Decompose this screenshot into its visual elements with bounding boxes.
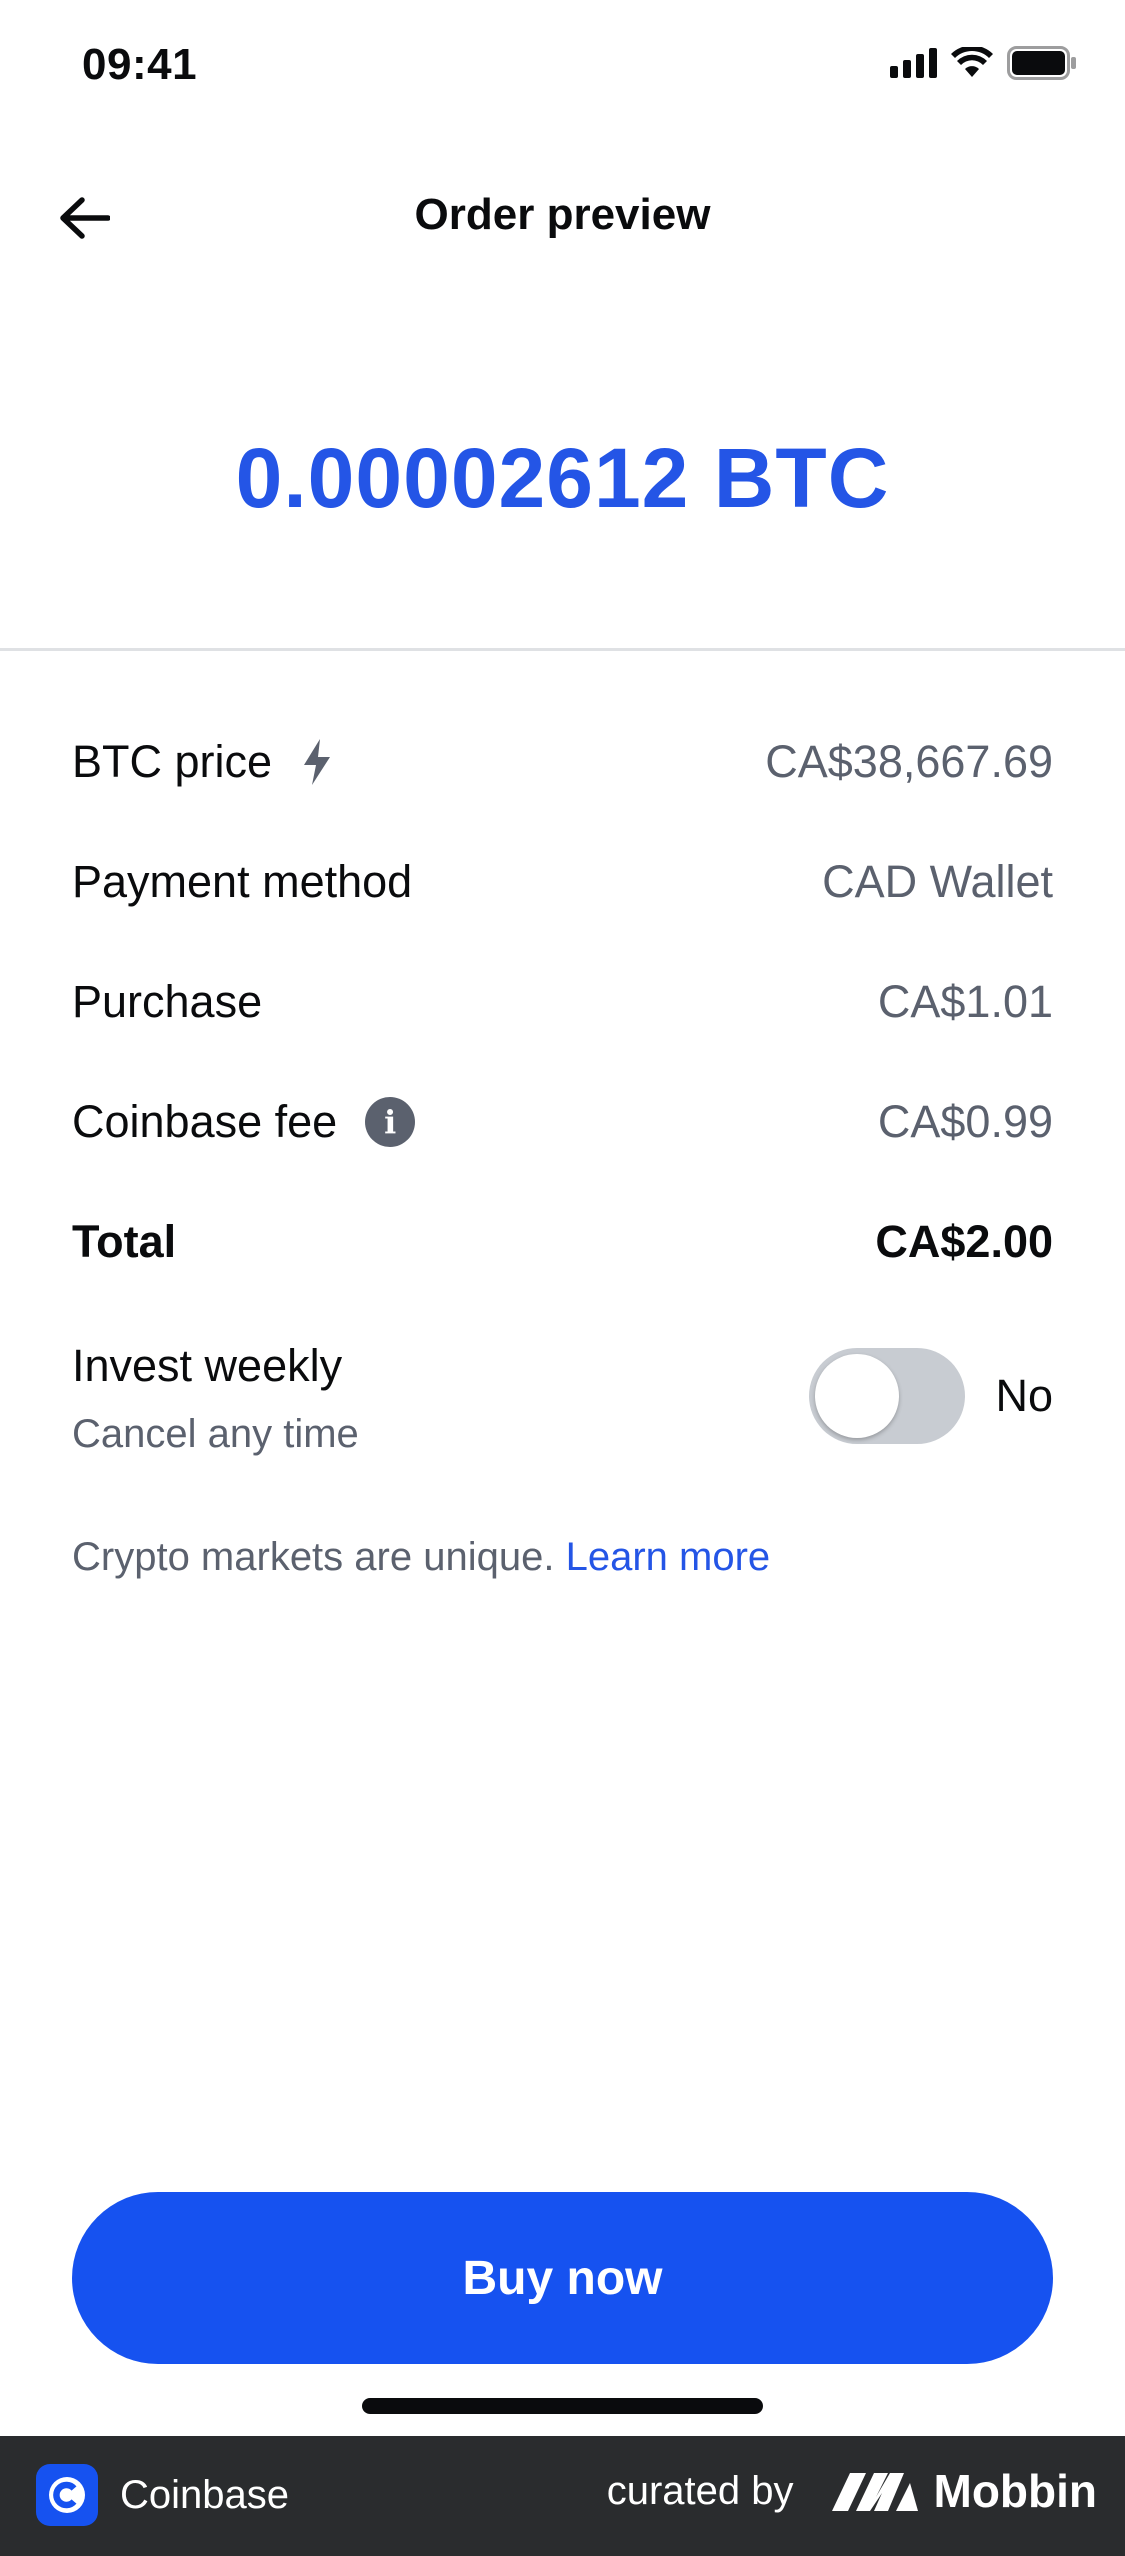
cellular-signal-icon (890, 48, 937, 78)
mobbin-logo-icon (831, 2473, 918, 2511)
purchase-label: Purchase (72, 976, 263, 1027)
divider (0, 648, 1125, 651)
btc-price-value: CA$38,667.69 (765, 736, 1053, 787)
btc-price-label: BTC price (72, 736, 273, 787)
status-bar: 09:41 (0, 0, 1125, 140)
total-label: Total (72, 1216, 177, 1267)
mobbin-brand: Mobbin (830, 2464, 1098, 2518)
battery-icon (1007, 46, 1076, 80)
invest-weekly-title: Invest weekly (72, 1340, 343, 1391)
coinbase-logo-icon (36, 2464, 98, 2526)
coinbase-fee-label: Coinbase fee (72, 1096, 338, 1147)
lightning-icon (304, 739, 331, 785)
disclaimer: Crypto markets are unique. Learn more (72, 1535, 770, 1580)
footer-credit: curated by Mobbin (607, 2464, 1097, 2518)
learn-more-link[interactable]: Learn more (566, 1535, 771, 1579)
header: Order preview (0, 170, 1125, 260)
payment-method-label: Payment method (72, 856, 413, 907)
detail-row-purchase: Purchase CA$1.01 (72, 962, 1053, 1042)
info-icon[interactable]: i (365, 1097, 416, 1147)
payment-method-value: CAD Wallet (822, 856, 1053, 907)
status-time: 09:41 (82, 40, 198, 89)
detail-row-payment-method: Payment method CAD Wallet (72, 842, 1053, 922)
total-value: CA$2.00 (875, 1216, 1053, 1267)
detail-row-total: Total CA$2.00 (72, 1202, 1053, 1282)
footer-app-name: Coinbase (120, 2472, 290, 2517)
footer-bar: Coinbase curated by Mobbin (0, 2436, 1125, 2556)
footer-app: Coinbase (36, 2464, 289, 2526)
toggle-knob (815, 1354, 899, 1438)
wifi-icon (951, 47, 993, 77)
detail-row-btc-price: BTC price CA$38,667.69 (72, 722, 1053, 802)
invest-weekly-toggle[interactable] (809, 1348, 965, 1444)
status-icons (890, 46, 1077, 80)
order-amount: 0.00002612 BTC (235, 431, 890, 525)
mobbin-name: Mobbin (933, 2465, 1098, 2517)
buy-now-button[interactable]: Buy now (72, 2192, 1053, 2364)
invest-weekly-subtitle: Cancel any time (72, 1412, 359, 1456)
toggle-state-label: No (995, 1370, 1053, 1421)
invest-weekly-section: Invest weekly Cancel any time No (72, 1330, 1053, 1470)
curated-by-text: curated by (606, 2468, 794, 2513)
page-title: Order preview (414, 190, 711, 239)
purchase-value: CA$1.01 (877, 976, 1053, 1027)
home-indicator (362, 2398, 763, 2414)
disclaimer-text: Crypto markets are unique. (72, 1535, 555, 1579)
coinbase-fee-value: CA$0.99 (877, 1096, 1053, 1147)
detail-row-coinbase-fee: Coinbase fee i CA$0.99 (72, 1082, 1053, 1162)
